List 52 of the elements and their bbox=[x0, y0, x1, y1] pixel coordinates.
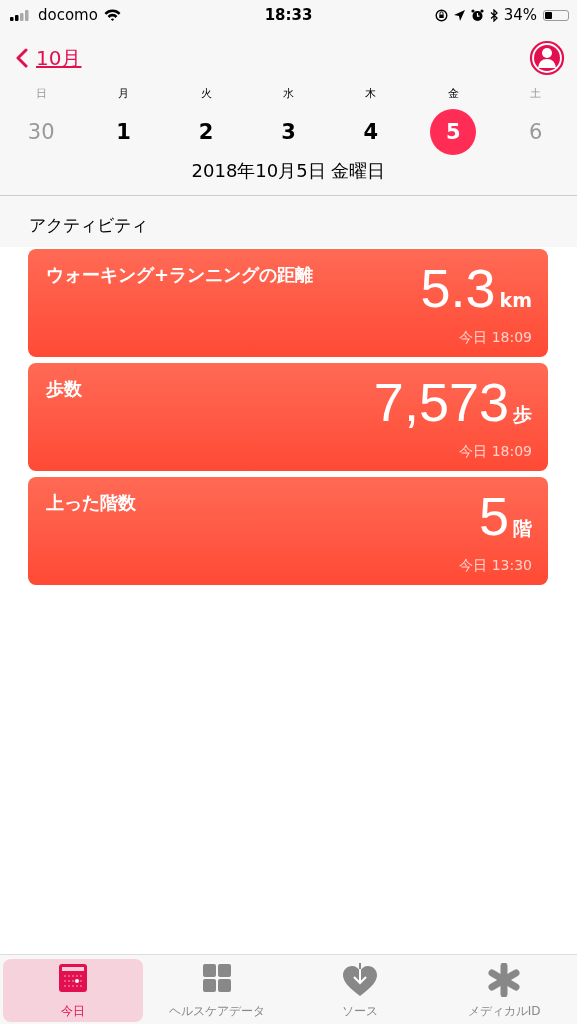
card-time: 今日 13:30 bbox=[459, 557, 532, 575]
day-button[interactable]: 2 bbox=[183, 109, 230, 155]
bluetooth-icon bbox=[489, 8, 498, 22]
tab-button[interactable]: ソース bbox=[290, 959, 431, 1022]
selected-date: 2018年10月5日 金曜日 bbox=[190, 159, 387, 183]
weekday-label: 土 bbox=[530, 86, 542, 101]
card-value: 7,573 bbox=[373, 375, 509, 429]
grid-icon[interactable] bbox=[201, 963, 232, 993]
profile-icon[interactable] bbox=[529, 40, 565, 76]
card-title: ウォーキング+ランニングの距離 bbox=[46, 263, 314, 287]
card-title: 上った階数 bbox=[46, 491, 136, 515]
tab-button[interactable]: メディカルID bbox=[434, 959, 574, 1022]
day-button[interactable]: 5 bbox=[430, 109, 477, 155]
carrier-name: docomo bbox=[38, 6, 98, 24]
activity-card[interactable]: 上った階数 5 階 今日 13:30 bbox=[28, 477, 548, 585]
day-button[interactable]: 6 bbox=[512, 109, 559, 155]
tab-button[interactable]: ヘルスケアデータ bbox=[146, 959, 287, 1022]
activity-card[interactable]: 歩数 7,573 歩 今日 18:09 bbox=[28, 363, 548, 471]
card-value: 5.3 bbox=[420, 261, 496, 315]
card-time: 今日 18:09 bbox=[459, 329, 532, 347]
card-value: 5 bbox=[478, 489, 509, 543]
asterisk-icon[interactable] bbox=[487, 963, 522, 997]
weekday-label: 水 bbox=[282, 86, 294, 101]
day-button[interactable]: 4 bbox=[347, 109, 394, 155]
card-unit: km bbox=[499, 289, 532, 311]
battery-percent: 34% bbox=[503, 6, 537, 24]
card-unit: 歩 bbox=[513, 402, 532, 427]
tab-button[interactable]: 今日 bbox=[3, 959, 143, 1022]
back-chevron-icon[interactable] bbox=[16, 48, 28, 68]
wifi-icon bbox=[103, 9, 121, 21]
card-time: 今日 18:09 bbox=[459, 443, 532, 461]
activity-card[interactable]: ウォーキング+ランニングの距離 5.3 km 今日 18:09 bbox=[28, 249, 548, 357]
weekday-label: 金 bbox=[447, 86, 459, 101]
clock-time: 18:33 bbox=[264, 6, 313, 24]
calendar-icon[interactable] bbox=[57, 963, 88, 993]
battery-icon bbox=[543, 9, 569, 21]
rotation-lock-icon bbox=[434, 8, 448, 22]
signal-icon bbox=[10, 9, 32, 21]
card-unit: 階 bbox=[513, 516, 532, 541]
back-button[interactable]: 10月 bbox=[16, 44, 82, 72]
alarm-icon bbox=[470, 8, 484, 22]
weekday-label: 日 bbox=[35, 86, 47, 101]
weekday-label: 火 bbox=[200, 86, 212, 101]
day-button[interactable]: 30 bbox=[18, 109, 65, 155]
location-icon bbox=[453, 9, 465, 21]
weekday-label: 月 bbox=[118, 86, 130, 101]
card-title: 歩数 bbox=[46, 377, 82, 401]
heart-download-icon[interactable] bbox=[342, 963, 379, 997]
section-title: アクティビティ bbox=[0, 196, 577, 247]
day-button[interactable]: 1 bbox=[100, 109, 147, 155]
weekday-label: 木 bbox=[365, 86, 377, 101]
day-button[interactable]: 3 bbox=[265, 109, 312, 155]
